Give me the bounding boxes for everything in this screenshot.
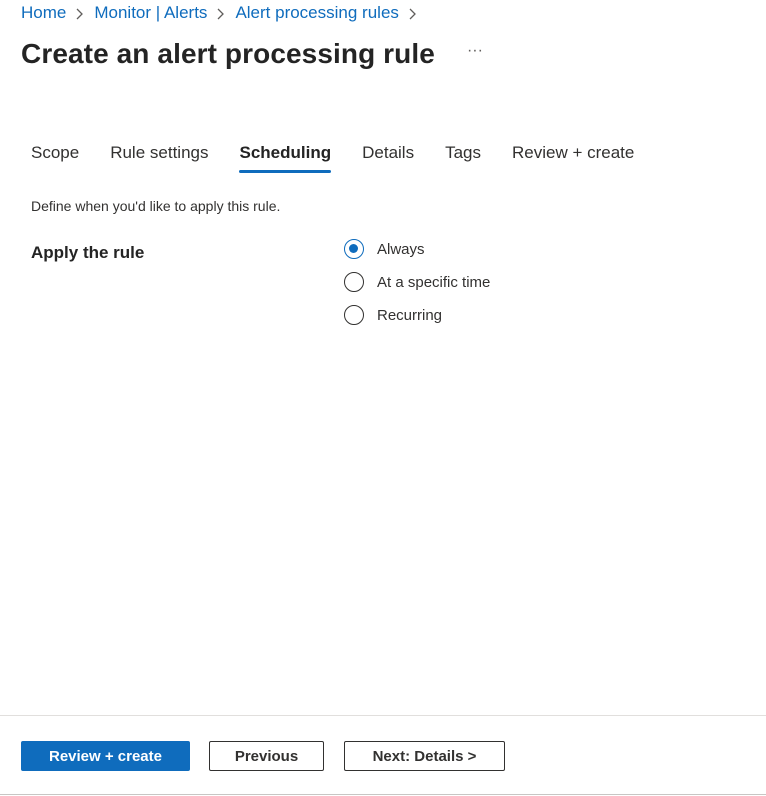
tab-scope[interactable]: Scope (31, 140, 79, 174)
radio-option-always[interactable]: Always (344, 237, 490, 261)
bottom-border (0, 794, 766, 795)
breadcrumb: Home Monitor | Alerts Alert processing r… (21, 2, 427, 24)
radio-unchecked-icon[interactable] (344, 305, 364, 325)
review-create-button[interactable]: Review + create (21, 741, 190, 771)
next-details-button[interactable]: Next: Details > (344, 741, 505, 771)
radio-label-specific-time: At a specific time (377, 273, 491, 291)
apply-rule-radio-group: Always At a specific time Recurring (344, 237, 490, 336)
chevron-right-icon (66, 2, 94, 24)
tab-review-create[interactable]: Review + create (512, 140, 634, 174)
chevron-right-icon (399, 2, 427, 24)
footer-divider (0, 715, 766, 716)
footer-actions: Review + create Previous Next: Details > (21, 741, 505, 771)
scheduling-description: Define when you'd like to apply this rul… (31, 198, 281, 214)
more-options-button[interactable]: ··· (465, 41, 485, 67)
title-row: Create an alert processing rule ··· (21, 34, 485, 74)
tab-details[interactable]: Details (362, 140, 414, 174)
radio-option-specific-time[interactable]: At a specific time (344, 270, 490, 294)
radio-checked-icon[interactable] (344, 239, 364, 259)
radio-label-recurring: Recurring (377, 306, 443, 324)
previous-button[interactable]: Previous (209, 741, 324, 771)
breadcrumb-alert-processing-rules-link[interactable]: Alert processing rules (235, 3, 398, 23)
tab-rule-settings[interactable]: Rule settings (110, 140, 208, 174)
more-icon: ··· (466, 42, 483, 59)
radio-unchecked-icon[interactable] (344, 272, 364, 292)
radio-option-recurring[interactable]: Recurring (344, 303, 490, 327)
tab-tags[interactable]: Tags (445, 140, 481, 174)
chevron-right-icon (207, 2, 235, 24)
breadcrumb-monitor-alerts-link[interactable]: Monitor | Alerts (94, 3, 207, 23)
page: Home Monitor | Alerts Alert processing r… (0, 0, 766, 796)
breadcrumb-home-link[interactable]: Home (21, 3, 66, 23)
radio-label-always: Always (377, 240, 425, 258)
tab-list: Scope Rule settings Scheduling Details T… (31, 140, 665, 176)
tab-scheduling[interactable]: Scheduling (239, 140, 331, 174)
apply-rule-label: Apply the rule (31, 243, 145, 262)
page-title: Create an alert processing rule (21, 38, 435, 69)
